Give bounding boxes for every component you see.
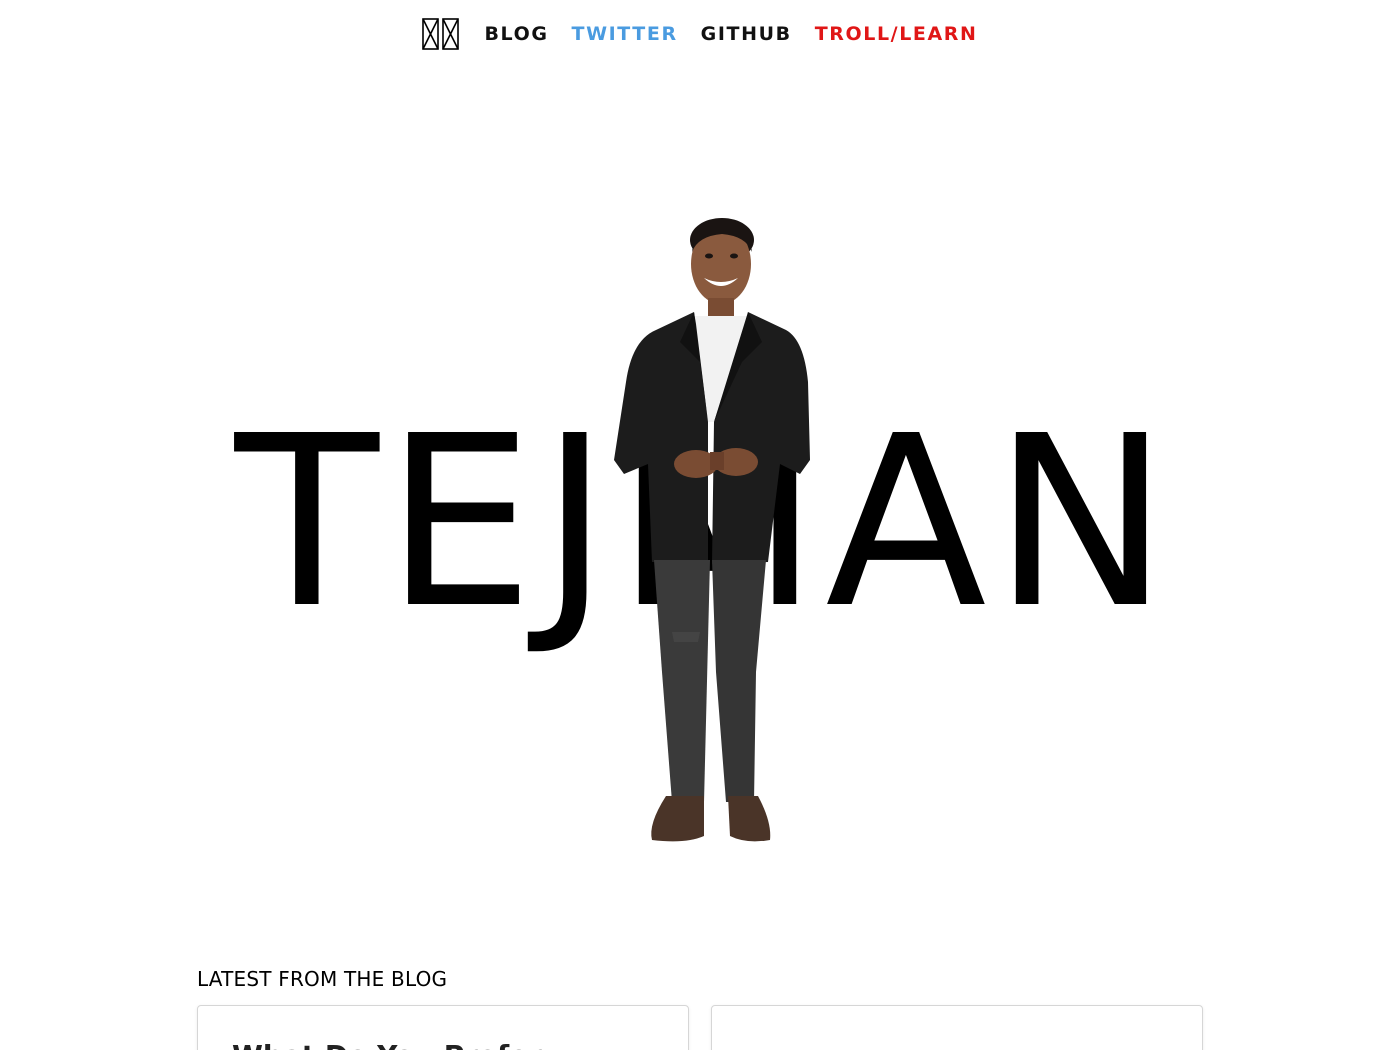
page: BLOG TWITTER GITHUB TROLL/LEARN TEJMAN bbox=[0, 0, 1400, 1050]
person-photo bbox=[614, 218, 810, 842]
blog-section-heading: LATEST FROM THE BLOG bbox=[197, 967, 448, 991]
blog-card[interactable]: What Do You Prefer bbox=[197, 1005, 689, 1050]
blog-card[interactable] bbox=[711, 1005, 1203, 1050]
hero: TEJMAN bbox=[0, 0, 1400, 900]
blog-card-title: What Do You Prefer bbox=[232, 1038, 542, 1050]
